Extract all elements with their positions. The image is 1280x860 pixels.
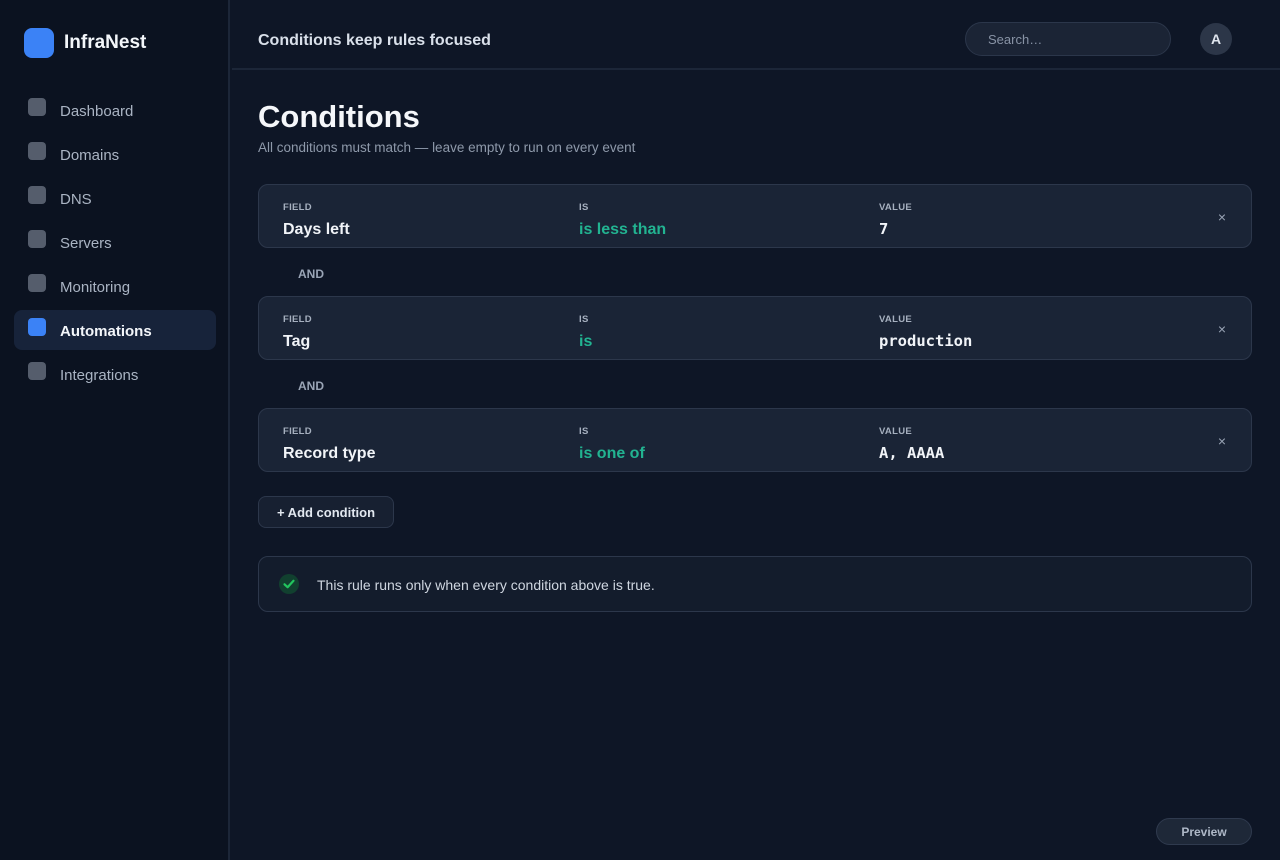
condition-field[interactable]: Tag — [283, 333, 310, 351]
page-subtitle: All conditions must match — leave empty … — [258, 140, 636, 155]
brand-logo-icon — [24, 28, 54, 58]
value-label: VALUE — [879, 426, 912, 437]
condition-operator[interactable]: is one of — [579, 445, 645, 463]
sidebar-item-dashboard[interactable]: Dashboard — [14, 90, 216, 130]
sidebar-item-automations[interactable]: Automations — [14, 310, 216, 350]
brand[interactable]: InfraNest — [24, 28, 146, 58]
field-label: FIELD — [283, 202, 312, 213]
sidebar-item-monitoring[interactable]: Monitoring — [14, 266, 216, 306]
sidebar-item-label: Domains — [60, 147, 120, 164]
sidebar-item-label: Dashboard — [60, 103, 134, 120]
operator-label: IS — [579, 314, 589, 325]
servers-icon — [28, 230, 46, 248]
app: InfraNest Dashboard Domains DNS Servers … — [0, 0, 1280, 860]
sidebar-item-label: Servers — [60, 235, 112, 252]
top-bar: Conditions keep rules focused A — [232, 0, 1280, 70]
condition-row: FIELD IS VALUE Tag is production × — [258, 296, 1252, 360]
page-title: Conditions — [258, 99, 420, 134]
check-circle-icon — [279, 574, 299, 594]
condition-operator[interactable]: is — [579, 333, 592, 351]
value-label: VALUE — [879, 314, 912, 325]
preview-button[interactable]: Preview — [1156, 818, 1252, 845]
info-banner: This rule runs only when every condition… — [258, 556, 1252, 612]
operator-label: IS — [579, 202, 589, 213]
sidebar-nav: Dashboard Domains DNS Servers Monitoring… — [14, 90, 216, 398]
sidebar-item-integrations[interactable]: Integrations — [14, 354, 216, 394]
add-condition-button[interactable]: + Add condition — [258, 496, 394, 528]
sidebar-item-label: Integrations — [60, 367, 139, 384]
close-icon[interactable]: × — [1214, 433, 1230, 449]
condition-value[interactable]: 7 — [879, 220, 888, 238]
field-label: FIELD — [283, 426, 312, 437]
condition-row: FIELD IS VALUE Days left is less than 7 … — [258, 184, 1252, 248]
automations-icon — [28, 318, 46, 336]
checkmark-icon — [283, 579, 295, 589]
operator-label: IS — [579, 426, 589, 437]
condition-value[interactable]: production — [879, 332, 972, 350]
close-icon[interactable]: × — [1214, 321, 1230, 337]
and-separator: AND — [298, 267, 324, 281]
condition-field[interactable]: Days left — [283, 221, 350, 239]
condition-row: FIELD IS VALUE Record type is one of A, … — [258, 408, 1252, 472]
monitoring-icon — [28, 274, 46, 292]
header-title: Conditions keep rules focused — [258, 32, 491, 49]
condition-field[interactable]: Record type — [283, 445, 375, 463]
sidebar-item-servers[interactable]: Servers — [14, 222, 216, 262]
sidebar-item-dns[interactable]: DNS — [14, 178, 216, 218]
sidebar-item-label: Monitoring — [60, 279, 131, 296]
field-label: FIELD — [283, 314, 312, 325]
and-separator: AND — [298, 379, 324, 393]
sidebar-item-label: Automations — [60, 323, 152, 340]
dashboard-icon — [28, 98, 46, 116]
search-input[interactable] — [965, 22, 1171, 56]
condition-operator[interactable]: is less than — [579, 221, 666, 239]
close-icon[interactable]: × — [1214, 209, 1230, 225]
brand-name: InfraNest — [64, 32, 147, 53]
sidebar-item-domains[interactable]: Domains — [14, 134, 216, 174]
sidebar-item-label: DNS — [60, 191, 92, 208]
value-label: VALUE — [879, 202, 912, 213]
sidebar: InfraNest Dashboard Domains DNS Servers … — [0, 0, 230, 860]
dns-icon — [28, 186, 46, 204]
avatar[interactable]: A — [1200, 23, 1232, 55]
integrations-icon — [28, 362, 46, 380]
condition-value[interactable]: A, AAAA — [879, 444, 944, 462]
info-text: This rule runs only when every condition… — [317, 577, 655, 593]
domains-icon — [28, 142, 46, 160]
